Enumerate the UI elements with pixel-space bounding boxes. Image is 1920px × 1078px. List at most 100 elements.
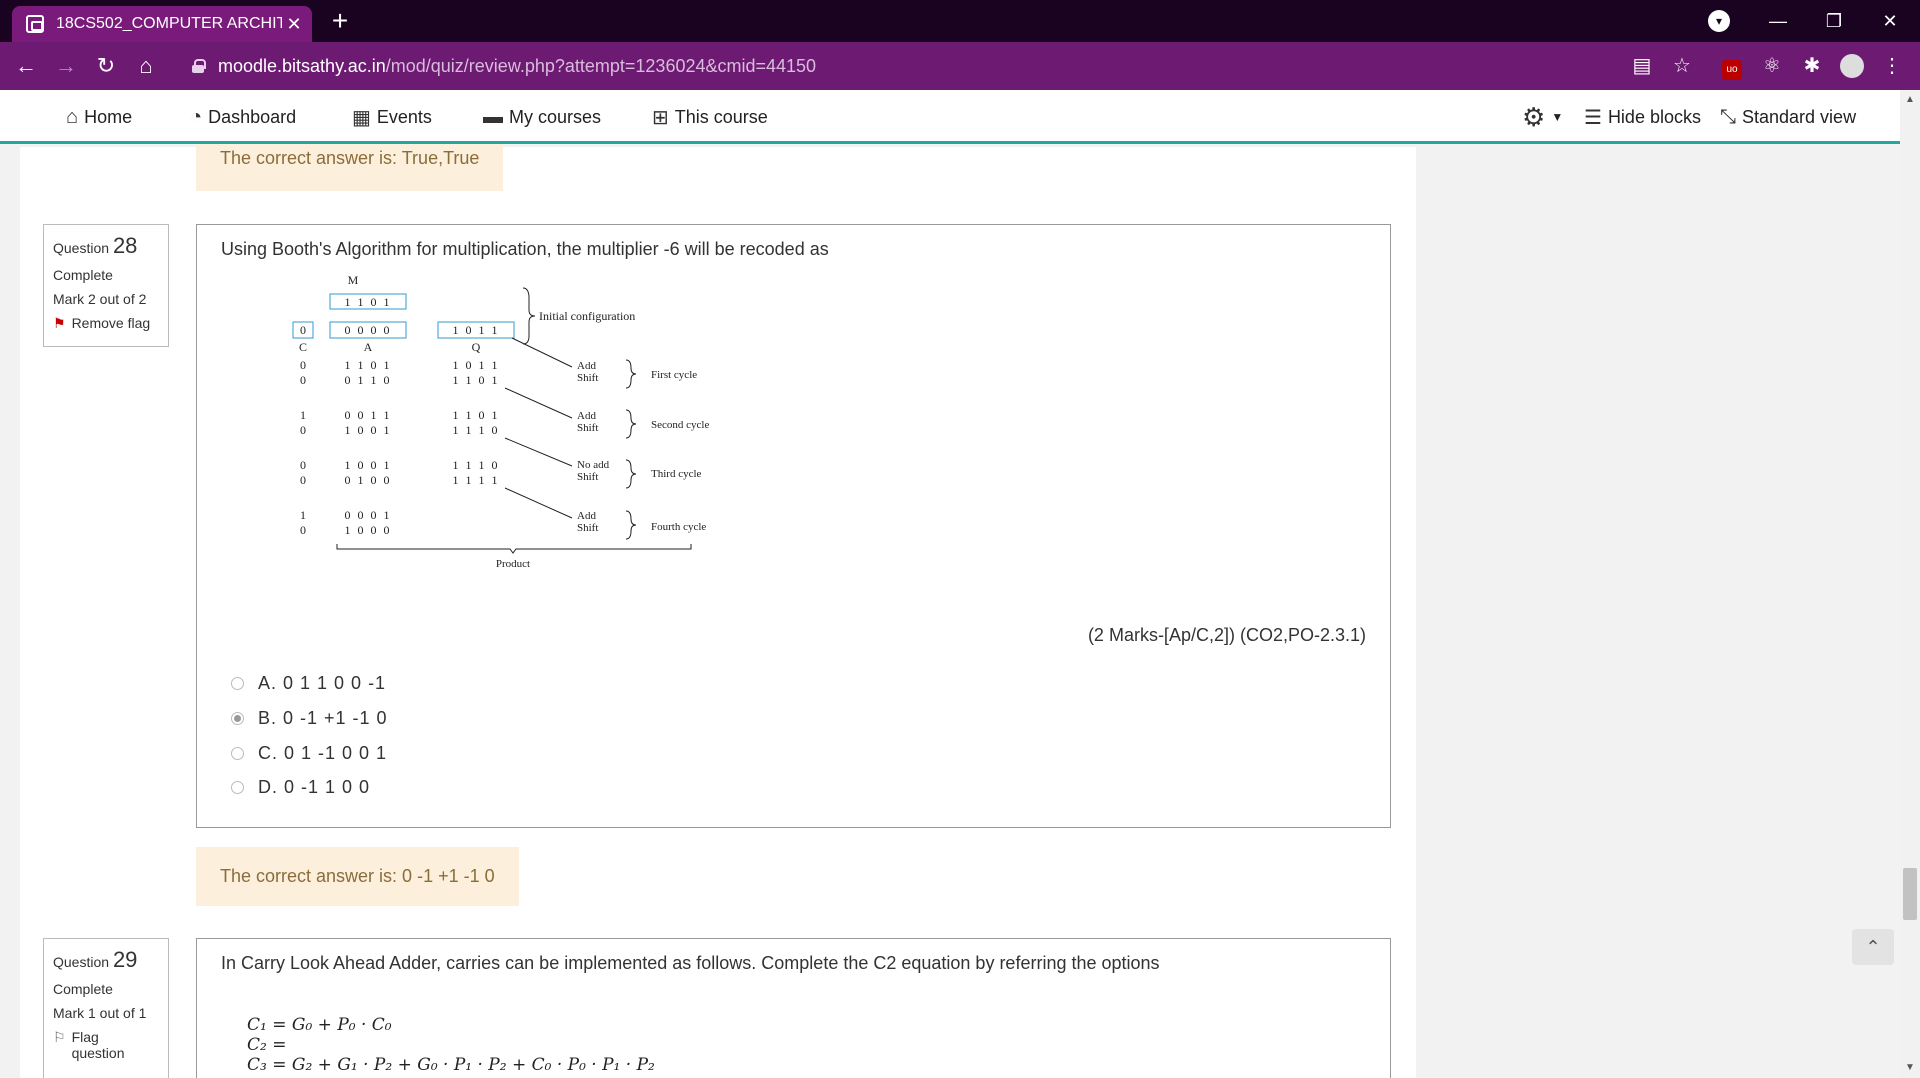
extensions-puzzle-icon[interactable]: ✱ [1796, 50, 1828, 82]
flag-outline-icon: ⚐ [53, 1029, 66, 1045]
home-icon[interactable]: ⌂ [130, 50, 162, 82]
c1-r2-c: 0 [300, 373, 306, 387]
nav-events[interactable]: ▦ Events [352, 102, 432, 132]
nav-my-courses[interactable]: ▬ My courses [483, 102, 601, 132]
question-state: Complete [53, 981, 113, 997]
question-number: Question 28 [53, 233, 138, 258]
q-label: Q [472, 340, 481, 354]
c2-op2: Shift [577, 422, 598, 434]
browser-tab-bar: 18CS502_COMPUTER ARCHITECTURE ✕ + ▾ — ❐ … [0, 0, 1920, 42]
question-info-28: Question 28 Complete Mark 2 out of 2 ⚑ Re… [43, 224, 169, 347]
tab-search-icon[interactable]: ▾ [1708, 10, 1730, 32]
red-flag-icon: ⚑ [53, 315, 66, 331]
option-d[interactable]: D. 0 -1 1 0 0 [231, 777, 370, 798]
new-tab-button[interactable]: + [325, 6, 355, 36]
c3-op1: No add [577, 459, 610, 471]
url-host: moodle.bitsathy.ac.in [218, 55, 386, 76]
dashboard-gauge-icon: ◔ [190, 105, 203, 128]
url-path: /mod/quiz/review.php?attempt=1236024&cmi… [385, 55, 817, 76]
forward-arrow-icon[interactable]: → [50, 50, 82, 82]
c3-r1-c: 0 [300, 458, 306, 472]
react-devtools-icon[interactable]: ⚛ [1756, 50, 1788, 82]
scroll-up-arrow-icon[interactable]: ▲ [1903, 94, 1917, 108]
c1-r2-q: 1 1 0 1 [453, 373, 500, 387]
radio-d[interactable] [231, 781, 244, 794]
c3-r1-a: 1 0 0 1 [345, 458, 392, 472]
browser-toolbar: ← → ↻ ⌂ moodle.bitsathy.ac.in/mod/quiz/r… [0, 42, 1920, 90]
equation-c1: C₁ = G₀ + P₀ · C₀ [247, 1015, 392, 1035]
calendar-icon: ▦ [352, 106, 371, 129]
c4-r2-a: 1 0 0 0 [345, 523, 392, 537]
hide-blocks-button[interactable]: ☰ Hide blocks [1584, 102, 1701, 132]
c2-r1-c: 1 [300, 408, 306, 422]
question-state: Complete [53, 267, 113, 283]
nav-this-course[interactable]: ⊞ This course [652, 102, 768, 132]
option-b[interactable]: B. 0 -1 +1 -1 0 [231, 708, 388, 729]
settings-menu[interactable]: ⚙ ▼ [1522, 102, 1563, 132]
option-a[interactable]: A. 0 1 1 0 0 -1 [231, 673, 386, 694]
reader-mode-icon[interactable]: ▤ [1626, 50, 1658, 82]
browser-menu-icon[interactable]: ⋮ [1876, 50, 1908, 82]
lock-icon [192, 59, 206, 73]
tab-close-icon[interactable]: ✕ [282, 14, 306, 35]
back-to-top-button[interactable]: ⌃ [1852, 929, 1894, 965]
sitemap-icon: ⊞ [652, 106, 669, 129]
question-28-feedback: The correct answer is: 0 -1 +1 -1 0 [196, 847, 519, 906]
moodle-navbar: ⌂ Home ◔ Dashboard ▦ Events ▬ My courses ⊞ Th… [0, 90, 1900, 144]
c2-r2-c: 0 [300, 423, 306, 437]
c2-op1: Add [577, 410, 596, 422]
c-init: 0 [300, 323, 306, 337]
nav-dashboard[interactable]: ◔ Dashboard [190, 102, 296, 132]
back-arrow-icon[interactable]: ← [10, 50, 42, 82]
reload-icon[interactable]: ↻ [90, 50, 122, 82]
c2-r1-a: 0 0 1 1 [345, 408, 392, 422]
c3-op2: Shift [577, 471, 598, 483]
radio-a[interactable] [231, 677, 244, 690]
a-label: A [364, 340, 373, 354]
c2-r1-q: 1 1 0 1 [453, 408, 500, 422]
question-28-content: Using Booth's Algorithm for multiplicati… [196, 224, 1391, 828]
equation-c2: C₂ = [247, 1035, 287, 1055]
page-scrollbar[interactable] [1900, 90, 1920, 1078]
address-bar[interactable]: moodle.bitsathy.ac.in/mod/quiz/review.ph… [176, 48, 1696, 84]
nav-home[interactable]: ⌂ Home [66, 102, 132, 132]
scroll-down-arrow-icon[interactable]: ▼ [1903, 1062, 1917, 1076]
close-window-button[interactable]: ✕ [1862, 0, 1918, 42]
initial-config-label: Initial configuration [539, 309, 635, 323]
browser-tab[interactable]: 18CS502_COMPUTER ARCHITECTURE ✕ [12, 6, 312, 42]
radio-c[interactable] [231, 747, 244, 760]
question-text: In Carry Look Ahead Adder, carries can b… [221, 953, 1160, 973]
c4-r2-c: 0 [300, 523, 306, 537]
radio-b[interactable] [231, 712, 244, 725]
a-init: 0 0 0 0 [345, 323, 392, 337]
minimize-button[interactable]: — [1750, 0, 1806, 42]
c3-r2-c: 0 [300, 473, 306, 487]
c3-r1-q: 1 1 1 0 [453, 458, 500, 472]
remove-flag-button[interactable]: ⚑ Remove flag [53, 315, 159, 332]
caret-down-icon: ▼ [1551, 110, 1564, 124]
c1-r1-a: 1 1 0 1 [345, 358, 392, 372]
previous-question-feedback: The correct answer is: True,True [196, 144, 504, 191]
restore-button[interactable]: ❐ [1806, 0, 1862, 42]
flag-question-button[interactable]: ⚐ Flag question [53, 1029, 159, 1061]
q-init: 1 0 1 1 [453, 323, 500, 337]
c2-name: Second cycle [651, 419, 709, 431]
bookmark-star-icon[interactable]: ☆ [1666, 50, 1698, 82]
scrollbar-thumb[interactable] [1903, 868, 1917, 920]
c4-op2: Shift [577, 522, 598, 534]
c3-name: Third cycle [651, 468, 702, 480]
profile-avatar-icon[interactable] [1836, 50, 1868, 82]
question-mark: Mark 1 out of 1 [53, 1005, 147, 1021]
question-text: Using Booth's Algorithm for multiplicati… [221, 239, 829, 259]
compress-icon: ⤡ [1720, 105, 1736, 128]
ublock-extension-icon[interactable]: uo [1716, 50, 1748, 82]
m-label: M [348, 273, 359, 287]
c1-r1-c: 0 [300, 358, 306, 372]
question-29-content: In Carry Look Ahead Adder, carries can b… [196, 938, 1391, 1078]
option-c[interactable]: C. 0 1 -1 0 0 1 [231, 743, 387, 764]
standard-view-button[interactable]: ⤡ Standard view [1720, 102, 1856, 132]
question-mark: Mark 2 out of 2 [53, 291, 147, 307]
c1-r1-q: 1 0 1 1 [453, 358, 500, 372]
moodle-favicon-icon [26, 15, 44, 33]
c1-r2-a: 0 1 1 0 [345, 373, 392, 387]
